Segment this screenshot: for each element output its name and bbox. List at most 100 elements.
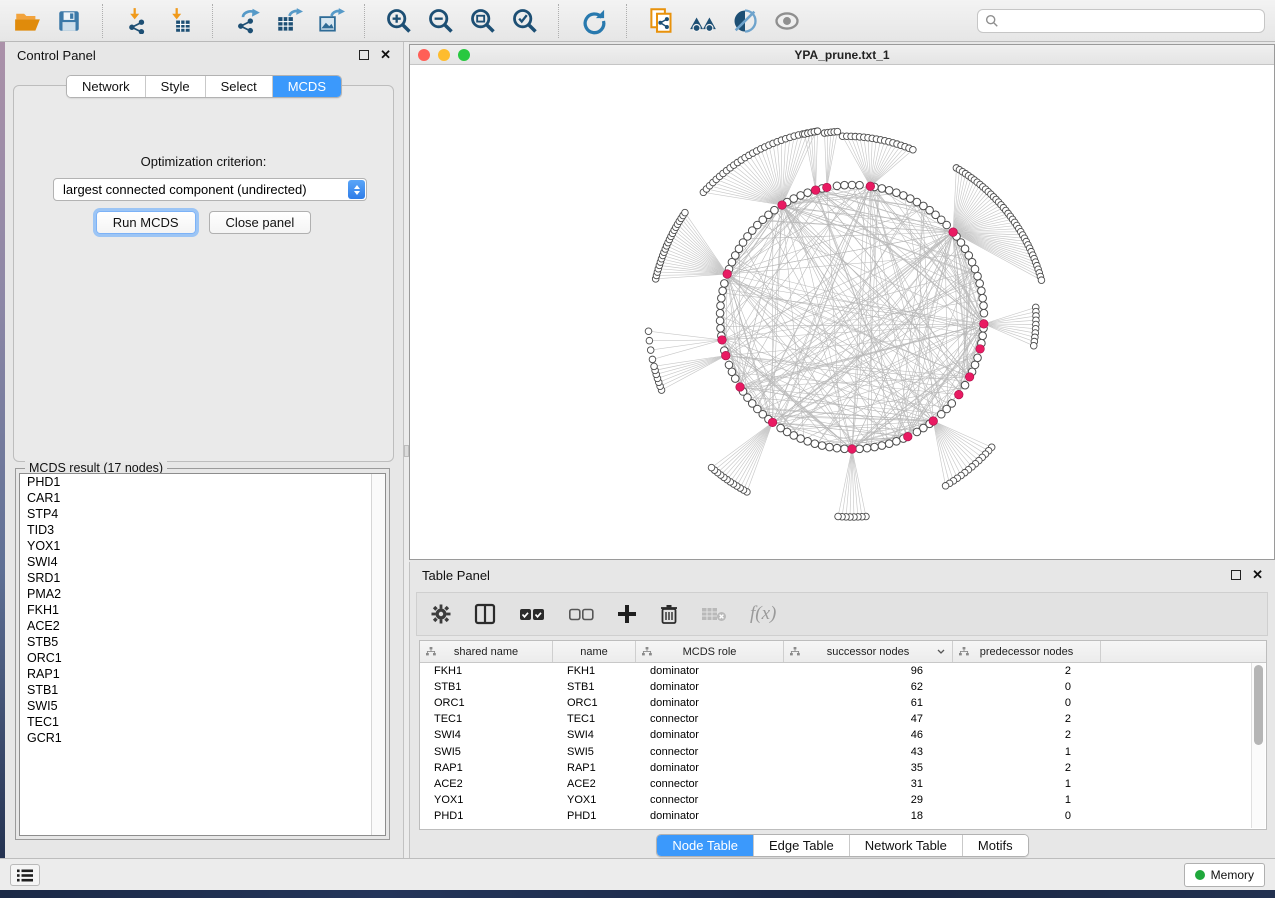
- toolbar-separator: [364, 4, 366, 38]
- import-table-button[interactable]: [162, 4, 196, 38]
- import-network-icon: [124, 7, 151, 34]
- mcds-result-item[interactable]: CAR1: [20, 490, 385, 506]
- import-network-button[interactable]: [120, 4, 154, 38]
- mcds-result-item[interactable]: PHD1: [20, 474, 385, 490]
- cell-shared-name: STB1: [420, 681, 553, 693]
- zoom-in-icon: [385, 7, 413, 35]
- tab-select[interactable]: Select: [205, 76, 272, 97]
- memory-button[interactable]: Memory: [1184, 863, 1265, 887]
- table-row[interactable]: YOX1YOX1connector291: [420, 792, 1266, 808]
- search-box[interactable]: [977, 9, 1265, 33]
- show-columns-button[interactable]: [474, 603, 496, 625]
- close-panel-button[interactable]: Close panel: [209, 211, 312, 234]
- mcds-result-item[interactable]: TEC1: [20, 714, 385, 730]
- columns-icon: [474, 603, 496, 625]
- cell-shared-name: YOX1: [420, 794, 553, 806]
- mcds-result-item[interactable]: YOX1: [20, 538, 385, 554]
- function-builder-button[interactable]: f(x): [750, 603, 776, 625]
- first-neighbors-button[interactable]: [686, 4, 720, 38]
- table-row[interactable]: SWI5SWI5connector431: [420, 743, 1266, 759]
- tab-network-table[interactable]: Network Table: [849, 835, 962, 856]
- table-scrollbar[interactable]: [1251, 663, 1265, 828]
- run-mcds-button[interactable]: Run MCDS: [96, 211, 196, 234]
- table-row[interactable]: FKH1FKH1dominator962: [420, 663, 1266, 679]
- tab-motifs[interactable]: Motifs: [962, 835, 1028, 856]
- open-file-button[interactable]: [10, 4, 44, 38]
- column-header-name[interactable]: name: [553, 641, 636, 662]
- node-table[interactable]: shared namenameMCDS rolesuccessor nodesp…: [419, 640, 1267, 830]
- panel-menu-button[interactable]: [10, 864, 40, 886]
- delete-table-button[interactable]: [701, 605, 727, 623]
- mcds-result-item[interactable]: TID3: [20, 522, 385, 538]
- mcds-result-item[interactable]: STB1: [20, 682, 385, 698]
- mcds-result-group: MCDS result (17 nodes) PHD1CAR1STP4TID3Y…: [15, 468, 390, 840]
- refresh-button[interactable]: [576, 4, 610, 38]
- table-row[interactable]: STB1STB1dominator620: [420, 679, 1266, 695]
- add-row-button[interactable]: [617, 604, 637, 624]
- table-row[interactable]: SWI4SWI4dominator462: [420, 727, 1266, 743]
- close-panel-icon[interactable]: ✕: [1252, 570, 1263, 580]
- mcds-result-item[interactable]: STP4: [20, 506, 385, 522]
- export-image-button[interactable]: [314, 4, 348, 38]
- tab-style[interactable]: Style: [145, 76, 205, 97]
- tab-edge-table[interactable]: Edge Table: [753, 835, 849, 856]
- toolbar-separator: [102, 4, 104, 38]
- column-header-successor-nodes[interactable]: successor nodes: [784, 641, 953, 662]
- trash-icon: [660, 604, 678, 624]
- column-header-predecessor-nodes[interactable]: predecessor nodes: [953, 641, 1101, 662]
- mcds-result-item[interactable]: SRD1: [20, 570, 385, 586]
- mcds-result-list[interactable]: PHD1CAR1STP4TID3YOX1SWI4SRD1PMA2FKH1ACE2…: [19, 473, 386, 836]
- table-header-row: shared namenameMCDS rolesuccessor nodesp…: [420, 641, 1266, 663]
- mcds-list-scrollbar[interactable]: [371, 474, 385, 835]
- duplicate-network-button[interactable]: [644, 4, 678, 38]
- cell-predecessor-nodes: 1: [953, 794, 1101, 806]
- table-row[interactable]: PHD1PHD1dominator180: [420, 808, 1266, 824]
- tab-mcds[interactable]: MCDS: [272, 76, 341, 97]
- tab-node-table[interactable]: Node Table: [657, 835, 753, 856]
- mcds-result-item[interactable]: ORC1: [20, 650, 385, 666]
- table-panel-title: Table Panel: [422, 568, 490, 583]
- hide-graphics-details-icon: [731, 7, 759, 35]
- mcds-result-item[interactable]: SWI5: [20, 698, 385, 714]
- mcds-result-item[interactable]: SWI4: [20, 554, 385, 570]
- network-window-titlebar[interactable]: YPA_prune.txt_1: [410, 45, 1274, 65]
- show-graphics-details-button[interactable]: [770, 4, 804, 38]
- delete-row-button[interactable]: [660, 604, 678, 624]
- mcds-result-item[interactable]: STB5: [20, 634, 385, 650]
- zoom-selected-button[interactable]: [508, 4, 542, 38]
- mcds-result-item[interactable]: PMA2: [20, 586, 385, 602]
- mcds-result-item[interactable]: ACE2: [20, 618, 385, 634]
- network-graph-canvas[interactable]: [410, 64, 1274, 559]
- close-panel-icon[interactable]: ✕: [380, 50, 391, 60]
- mcds-result-item[interactable]: FKH1: [20, 602, 385, 618]
- tab-network[interactable]: Network: [67, 76, 145, 97]
- cell-name: SWI4: [553, 729, 636, 741]
- table-settings-button[interactable]: [431, 604, 451, 624]
- mcds-result-item[interactable]: GCR1: [20, 730, 385, 746]
- float-panel-icon[interactable]: [1231, 570, 1241, 580]
- optimization-criterion-select[interactable]: largest connected component (undirected): [53, 178, 367, 201]
- table-row[interactable]: ACE2ACE2connector311: [420, 776, 1266, 792]
- table-row[interactable]: ORC1ORC1dominator610: [420, 695, 1266, 711]
- hide-graphics-details-button[interactable]: [728, 4, 762, 38]
- export-network-button[interactable]: [230, 4, 264, 38]
- plus-icon: [617, 604, 637, 624]
- zoom-in-button[interactable]: [382, 4, 416, 38]
- column-header-MCDS-role[interactable]: MCDS role: [636, 641, 784, 662]
- zoom-fit-button[interactable]: [466, 4, 500, 38]
- table-row[interactable]: RAP1RAP1dominator352: [420, 760, 1266, 776]
- table-scrollbar-thumb[interactable]: [1254, 665, 1263, 745]
- optimization-criterion-label: Optimization criterion:: [14, 154, 393, 169]
- float-panel-icon[interactable]: [359, 50, 369, 60]
- mcds-result-item[interactable]: RAP1: [20, 666, 385, 682]
- column-header-shared-name[interactable]: shared name: [420, 641, 553, 662]
- zoom-out-button[interactable]: [424, 4, 458, 38]
- search-input[interactable]: [1004, 11, 1264, 31]
- table-row[interactable]: TEC1TEC1connector472: [420, 711, 1266, 727]
- export-table-button[interactable]: [272, 4, 306, 38]
- deselect-all-rows-button[interactable]: [568, 606, 594, 622]
- select-all-rows-button[interactable]: [519, 606, 545, 622]
- save-session-button[interactable]: [52, 4, 86, 38]
- cell-successor-nodes: 46: [784, 729, 953, 741]
- cell-successor-nodes: 29: [784, 794, 953, 806]
